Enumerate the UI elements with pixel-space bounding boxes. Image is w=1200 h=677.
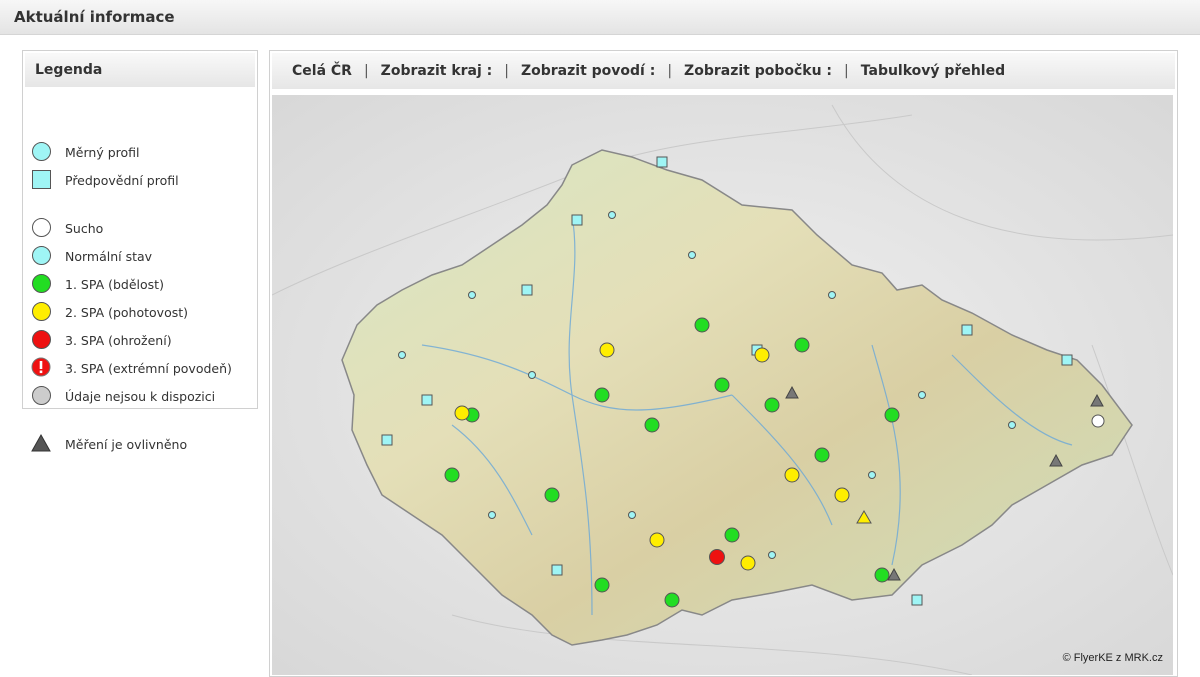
legend-item-no-data: Údaje nejsou k dispozici xyxy=(31,385,215,407)
station-square[interactable] xyxy=(381,434,393,446)
station-spa1[interactable] xyxy=(764,397,780,413)
legend-item-spa2: 2. SPA (pohotovost) xyxy=(31,301,188,323)
station-dot[interactable] xyxy=(468,291,476,299)
station-dot[interactable] xyxy=(868,471,876,479)
station-dot[interactable] xyxy=(628,511,636,519)
station-dot[interactable] xyxy=(768,551,776,559)
station-spa2[interactable] xyxy=(649,532,665,548)
legend-item-spa3-extreme: 3. SPA (extrémní povodeň) xyxy=(31,357,232,379)
legend-item-spa1: 1. SPA (bdělost) xyxy=(31,273,164,295)
station-dot[interactable] xyxy=(528,371,536,379)
station-square[interactable] xyxy=(571,214,583,226)
nav-separator: | xyxy=(504,63,509,79)
map-credit: © FlyerKE z MRK.cz xyxy=(1062,652,1163,664)
station-spa1[interactable] xyxy=(874,567,890,583)
station-spa1[interactable] xyxy=(644,417,660,433)
nav-cela-cr[interactable]: Celá ČR xyxy=(292,63,352,79)
legend-item-sucho: Sucho xyxy=(31,217,103,239)
station-square[interactable] xyxy=(1061,354,1073,366)
station-spa2[interactable] xyxy=(740,555,756,571)
station-spa1[interactable] xyxy=(594,387,610,403)
station-spa3[interactable] xyxy=(709,549,725,565)
nav-separator: | xyxy=(844,63,849,79)
legend-item-spa3: 3. SPA (ohrožení) xyxy=(31,329,172,351)
station-dot[interactable] xyxy=(918,391,926,399)
station-spa1[interactable] xyxy=(714,377,730,393)
legend-label: Předpovědní profil xyxy=(65,172,179,188)
station-sucho[interactable] xyxy=(1091,414,1105,428)
map-panel: Celá ČR | Zobrazit kraj : | Zobrazit pov… xyxy=(269,50,1178,677)
station-spa1[interactable] xyxy=(794,337,810,353)
square-icon xyxy=(32,170,51,189)
legend-label: Sucho xyxy=(65,220,104,236)
station-square[interactable] xyxy=(421,394,433,406)
legend-label: 3. SPA (ohrožení) xyxy=(65,332,172,348)
czech-map[interactable] xyxy=(272,95,1173,675)
nav-separator: | xyxy=(363,63,369,79)
circle-icon xyxy=(32,142,51,161)
station-spa2[interactable] xyxy=(834,487,850,503)
map-nav: Celá ČR | Zobrazit kraj : | Zobrazit pov… xyxy=(272,53,1175,89)
station-spa1[interactable] xyxy=(814,447,830,463)
page-title: Aktuální informace xyxy=(14,8,175,26)
legend-label: 1. SPA (bdělost) xyxy=(65,276,164,292)
station-spa1[interactable] xyxy=(444,467,460,483)
circle-icon xyxy=(32,302,51,321)
circle-icon xyxy=(32,386,51,405)
legend-panel: Legenda Měrný profil Předpovědní profil … xyxy=(22,50,258,452)
station-square[interactable] xyxy=(656,156,668,168)
station-square[interactable] xyxy=(961,324,973,336)
station-spa1[interactable] xyxy=(884,407,900,423)
triangle-icon xyxy=(31,433,51,452)
nav-zobrazit-kraj[interactable]: Zobrazit kraj : xyxy=(381,63,493,79)
station-spa2[interactable] xyxy=(754,347,770,363)
nav-separator: | xyxy=(667,63,673,79)
legend-label: Normální stav xyxy=(65,248,153,264)
nav-zobrazit-pobocku[interactable]: Zobrazit pobočku : xyxy=(684,63,832,79)
circle-icon xyxy=(32,330,51,349)
station-spa2[interactable] xyxy=(454,405,470,421)
legend-title: Legenda xyxy=(25,53,255,87)
legend-label: Měrný profil xyxy=(65,144,140,160)
legend-label: 3. SPA (extrémní povodeň) xyxy=(65,360,232,376)
circle-icon xyxy=(32,246,51,265)
station-square[interactable] xyxy=(521,284,533,296)
station-dot[interactable] xyxy=(828,291,836,299)
station-square[interactable] xyxy=(551,564,563,576)
nav-zobrazit-povodi[interactable]: Zobrazit povodí : xyxy=(521,63,655,79)
legend-item-merny-profil: Měrný profil xyxy=(31,141,139,163)
station-dot[interactable] xyxy=(608,211,616,219)
legend-label: Měření je ovlivněno xyxy=(65,436,188,452)
station-dot[interactable] xyxy=(1008,421,1016,429)
station-dot[interactable] xyxy=(398,351,406,359)
nav-tabulkovy-prehled[interactable]: Tabulkový přehled xyxy=(861,63,1005,79)
legend-item-normalni-stav: Normální stav xyxy=(31,245,152,267)
legend-item-ovlivneno: Měření je ovlivněno xyxy=(31,433,187,455)
legend-item-predpovedni-profil: Předpovědní profil xyxy=(31,169,179,191)
exclamation-icon xyxy=(31,357,51,377)
station-spa1[interactable] xyxy=(594,577,610,593)
station-spa2[interactable] xyxy=(599,342,615,358)
station-dot[interactable] xyxy=(488,511,496,519)
legend-label: 2. SPA (pohotovost) xyxy=(65,304,189,320)
station-spa1[interactable] xyxy=(694,317,710,333)
station-spa1[interactable] xyxy=(724,527,740,543)
legend-label: Údaje nejsou k dispozici xyxy=(65,388,216,404)
station-spa1[interactable] xyxy=(544,487,560,503)
station-square[interactable] xyxy=(911,594,923,606)
station-spa1[interactable] xyxy=(664,592,680,608)
station-dot[interactable] xyxy=(688,251,696,259)
header-bar: Aktuální informace xyxy=(0,0,1200,35)
circle-icon xyxy=(32,274,51,293)
circle-icon xyxy=(32,218,51,237)
station-spa2[interactable] xyxy=(784,467,800,483)
